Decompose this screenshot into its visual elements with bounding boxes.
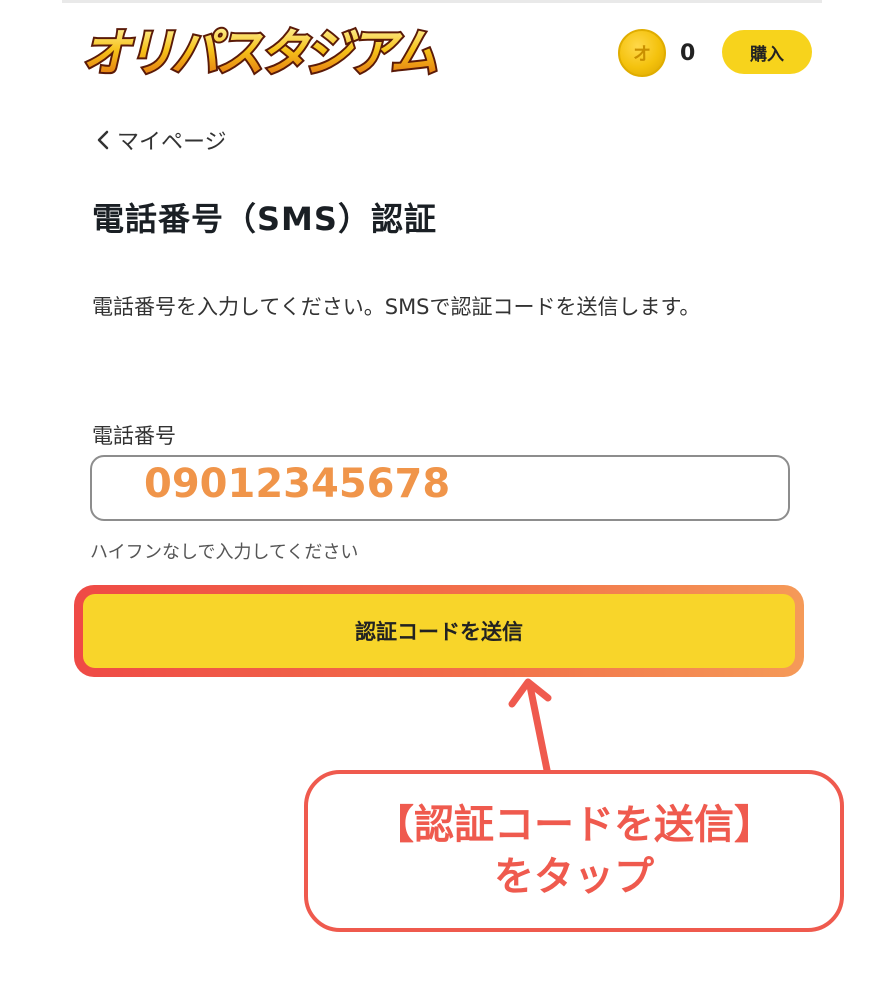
coin-count: 0	[680, 40, 696, 66]
chevron-left-icon	[97, 130, 109, 150]
callout-line-2: をタップ	[494, 854, 654, 900]
phone-input-hint: ハイフンなしで入力してください	[90, 542, 359, 563]
phone-field-label: 電話番号	[92, 424, 176, 448]
pointer-arrow-icon	[508, 678, 552, 774]
page-title: 電話番号（SMS）認証	[92, 200, 437, 238]
phone-input-value: 09012345678	[144, 461, 451, 507]
send-code-button[interactable]: 認証コードを送信	[83, 594, 795, 668]
coin-balance: オ 0	[618, 26, 695, 80]
back-link-label: マイページ	[117, 130, 227, 155]
site-logo[interactable]: オリパスタジアム	[74, 18, 446, 84]
back-link[interactable]: マイページ	[95, 124, 227, 156]
page-description: 電話番号を入力してください。SMSで認証コードを送信します。	[92, 295, 701, 319]
phone-input[interactable]: 09012345678	[90, 455, 790, 521]
buy-button[interactable]: 購入	[722, 30, 812, 74]
submit-highlight-frame: 認証コードを送信	[74, 585, 804, 677]
instruction-callout: 【認証コードを送信】 をタップ	[304, 770, 844, 932]
logo-image: オリパスタジアム	[80, 22, 442, 84]
coin-icon: オ	[618, 29, 666, 77]
coin-symbol: オ	[633, 44, 651, 65]
top-divider	[62, 0, 822, 3]
logo-text: オリパスタジアム	[82, 24, 436, 82]
callout-line-1: 【認証コードを送信】	[374, 802, 774, 848]
